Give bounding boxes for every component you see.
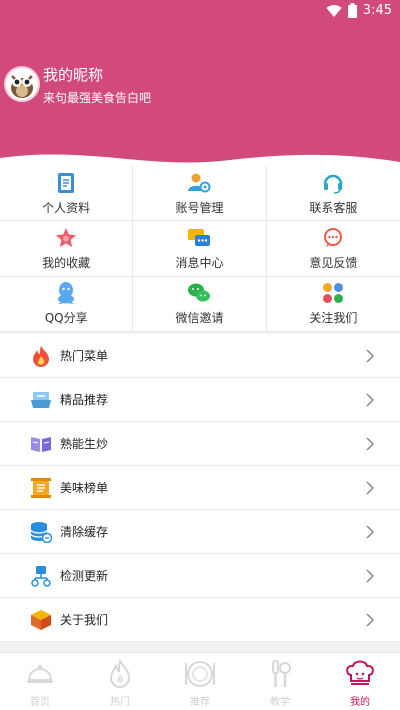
grid-label: QQ分享 [44,311,88,326]
list-label: 精品推荐 [60,393,109,407]
list-label: 美味榜单 [60,481,109,495]
grid-item-follow-us[interactable]: 关注我们 [266,277,400,332]
grid-item-favorites[interactable]: 我的收藏 [0,221,134,277]
scroll-list-icon [30,477,52,499]
headset-icon [321,171,345,195]
list-label: 熟能生炒 [60,437,109,451]
chevron-right-icon [366,613,375,627]
grid-label: 账号管理 [175,200,224,215]
qq-icon [54,281,78,305]
chevron-right-icon [366,349,375,363]
grid-item-profile[interactable]: 个人资料 [0,166,134,222]
tab-label: 我的 [350,697,370,708]
grid-label: 意见反馈 [309,255,358,270]
grid-item-messages[interactable]: 消息中心 [133,221,267,277]
list-item-check-update[interactable]: 检测更新 [0,554,400,598]
tab-label: 热门 [110,697,130,708]
bottom-tab-bar: 首页 热门 推荐 教学 我的 [0,652,400,710]
list-label: 关于我们 [60,613,109,627]
tab-mine[interactable]: 我的 [320,653,400,710]
feedback-chat-icon [321,226,345,250]
nickname[interactable]: 我的昵称 [43,64,103,85]
star-favorite-icon [54,226,78,250]
list-item-clear-cache[interactable]: 清除缓存 [0,510,400,554]
tab-home[interactable]: 首页 [0,653,80,710]
chevron-right-icon [366,481,375,495]
list-item-ranking[interactable]: 美味榜单 [0,466,400,510]
grid-item-account[interactable]: 账号管理 [133,166,267,222]
grid-label: 联系客服 [309,200,358,215]
plate-icon [183,657,217,691]
tab-label: 教学 [270,697,290,708]
grid-label: 我的收藏 [42,255,91,270]
avatar[interactable] [4,66,40,102]
chevron-right-icon [366,393,375,407]
utensils-icon [263,657,297,691]
tab-hot[interactable]: 热门 [80,653,160,710]
tab-recommend[interactable]: 推荐 [160,653,240,710]
status-time: 3:45 [362,3,392,18]
grid-label: 微信邀请 [175,311,224,326]
account-manage-icon [187,171,211,195]
list-item-about-us[interactable]: 关于我们 [0,598,400,642]
open-book-icon [30,433,52,455]
grid-item-qq-share[interactable]: QQ分享 [0,276,134,332]
grid-label: 个人资料 [42,200,91,215]
fire-icon [103,657,137,691]
settings-list: 热门菜单 精品推荐 熟能生炒 美味榜单 清除缓存 检测更新 关于我们 [0,334,400,642]
flame-icon [30,345,52,367]
database-icon [30,521,52,543]
network-update-icon [30,565,52,587]
grid-label: 关注我们 [309,311,358,326]
list-item-hot-menu[interactable]: 热门菜单 [0,334,400,378]
list-label: 清除缓存 [60,525,109,539]
status-bar: 3:45 [0,0,400,24]
chef-hat-icon [343,657,377,691]
profile-header: 3:45 我的昵称 来句最强美食告白吧 [0,0,400,172]
tab-teaching[interactable]: 教学 [240,653,320,710]
owl-avatar-icon [11,75,33,98]
profile-slogan: 来句最强美食告白吧 [43,91,152,105]
list-item-cooking-practice[interactable]: 熟能生炒 [0,422,400,466]
message-center-icon [187,226,211,250]
list-label: 检测更新 [60,569,109,583]
cloche-icon [23,657,57,691]
list-item-recommend[interactable]: 精品推荐 [0,378,400,422]
chevron-right-icon [366,569,375,583]
wechat-icon [187,281,211,305]
wifi-icon [326,4,342,17]
tray-icon [30,389,52,411]
tab-label: 首页 [30,697,50,708]
list-label: 热门菜单 [60,349,109,363]
chevron-right-icon [366,525,375,539]
follow-petals-icon [321,281,345,305]
chevron-right-icon [366,437,375,451]
grid-item-support[interactable]: 联系客服 [266,166,400,222]
cube-icon [30,609,52,631]
grid-label: 消息中心 [175,255,224,270]
battery-icon [347,3,357,18]
grid-item-wechat-invite[interactable]: 微信邀请 [133,276,267,332]
feature-grid: 个人资料 账号管理 联系客服 我的收藏 消息中心 意见反馈 QQ分享 微信邀请 … [0,166,400,332]
profile-book-icon [54,171,78,195]
tab-label: 推荐 [190,697,210,708]
grid-item-feedback[interactable]: 意见反馈 [266,221,400,277]
